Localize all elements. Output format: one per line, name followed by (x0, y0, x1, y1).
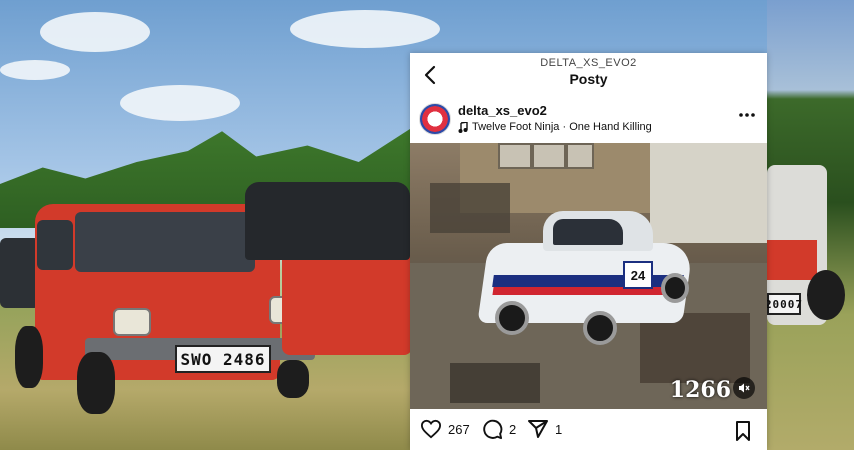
cloud (40, 12, 150, 52)
more-horizontal-icon (739, 113, 755, 117)
building-window (532, 143, 566, 169)
top-nav: DELTA_XS_EVO2 Posty (410, 53, 767, 95)
black-car (245, 182, 410, 262)
mute-icon (739, 383, 750, 393)
music-note-icon (458, 121, 468, 133)
building-window (566, 143, 594, 169)
cloud (290, 10, 440, 48)
cloud (120, 85, 240, 121)
share-button[interactable]: 1 (527, 419, 562, 439)
license-plate: SWO 2486 (175, 345, 271, 373)
post-username[interactable]: delta_xs_evo2 (458, 103, 547, 118)
action-bar: 267 2 1 (410, 413, 767, 450)
car-number: 24 (623, 261, 653, 289)
page-title: Posty (569, 71, 608, 87)
media-counter: 1266 (669, 377, 731, 403)
like-count: 267 (448, 421, 470, 437)
instagram-post-card: DELTA_XS_EVO2 Posty delta_xs_evo2 Twelve… (410, 53, 767, 450)
send-icon (528, 420, 548, 438)
license-plate-right: 20007 (767, 293, 802, 315)
comment-button[interactable]: 2 (482, 419, 516, 440)
background-photo-right: 20007 (767, 0, 854, 450)
rally-car: 24 (473, 203, 698, 345)
post-media[interactable]: 24 1266 (410, 143, 767, 409)
comment-count: 2 (509, 422, 517, 437)
post-header: delta_xs_evo2 Twelve Foot Ninja · One Ha… (410, 99, 767, 143)
share-count: 1 (555, 421, 563, 437)
music-label: Twelve Foot Ninja · One Hand Killing (472, 121, 652, 133)
cloud (0, 60, 70, 80)
music-track[interactable]: Twelve Foot Ninja · One Hand Killing (458, 121, 652, 133)
save-button[interactable] (735, 421, 751, 446)
mute-button[interactable] (733, 377, 755, 399)
building-window (498, 143, 532, 169)
like-button[interactable]: 267 (420, 419, 470, 439)
bookmark-icon (736, 421, 750, 441)
heart-icon (420, 419, 442, 439)
avatar[interactable] (419, 103, 451, 135)
comment-icon (483, 419, 503, 440)
debris (450, 363, 540, 403)
nav-username: DELTA_XS_EVO2 (540, 57, 637, 69)
more-options-button[interactable] (737, 109, 757, 127)
